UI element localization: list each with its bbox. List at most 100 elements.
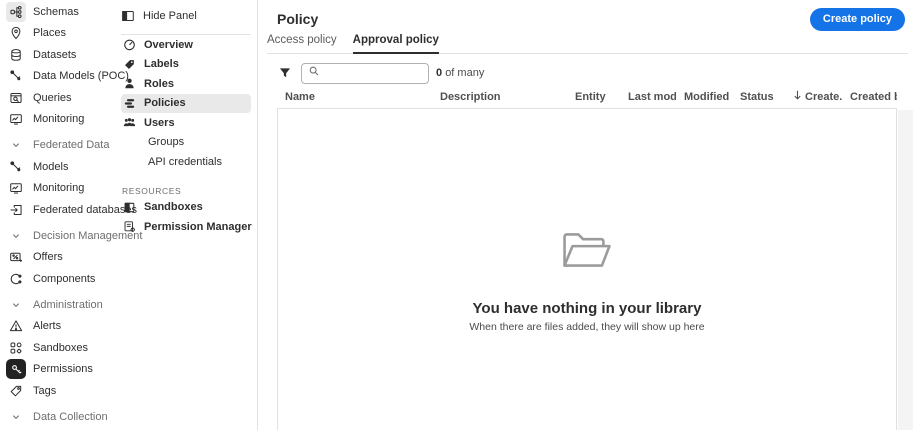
- sidebar-item-label: Monitoring: [33, 182, 84, 194]
- alerts-icon: [8, 318, 24, 334]
- page-title: Policy: [277, 11, 318, 27]
- sidebar-item-datasets[interactable]: Datasets: [0, 44, 115, 66]
- result-count: 0 of many: [436, 67, 484, 79]
- panel-item-label: Roles: [144, 78, 174, 90]
- column-header-status[interactable]: Status: [732, 91, 785, 103]
- panel-item-label: Groups: [148, 136, 184, 148]
- chevron-down-icon: [8, 228, 24, 244]
- search-input[interactable]: [325, 67, 422, 79]
- roles-icon: [122, 77, 136, 91]
- policy-tabs: Access policy Approval policy: [267, 34, 908, 54]
- sidebar-item-label: Datasets: [33, 49, 76, 61]
- overview-icon: [122, 38, 136, 52]
- resources-section-header: RESOURCES: [121, 184, 251, 198]
- sidebar-section-federated-data[interactable]: Federated Data: [0, 135, 115, 157]
- permissions-icon: [6, 359, 26, 379]
- components-icon: [8, 271, 24, 287]
- hide-panel-button[interactable]: Hide Panel: [121, 6, 251, 26]
- panel-item-label: Overview: [144, 39, 193, 51]
- sidebar-item-federated-databases[interactable]: Federated databases: [0, 199, 115, 221]
- sidebar-item-monitoring-federated[interactable]: Monitoring: [0, 178, 115, 200]
- panel-item-label: Permission Manager: [144, 221, 252, 233]
- sidebar-item-label: Queries: [33, 92, 72, 104]
- monitoring-icon: [8, 111, 24, 127]
- panel-item-groups[interactable]: Groups: [121, 133, 251, 153]
- create-policy-button[interactable]: Create policy: [810, 8, 905, 31]
- secondary-panel: Hide Panel Overview Labels Roles P: [115, 0, 258, 430]
- sidebar-section-administration[interactable]: Administration: [0, 294, 115, 316]
- sidebar-item-data-models-poc[interactable]: Data Models (POC): [0, 66, 115, 88]
- models-icon: [8, 159, 24, 175]
- permission-manager-icon: [122, 220, 136, 234]
- panel-item-api-credentials[interactable]: API credentials: [121, 152, 251, 172]
- sidebar-item-components[interactable]: Components: [0, 268, 115, 290]
- sidebar-item-label: Monitoring: [33, 113, 84, 125]
- filter-icon[interactable]: [274, 66, 296, 80]
- sidebar-item-label: Sandboxes: [33, 342, 88, 354]
- panel-item-roles[interactable]: Roles: [121, 74, 251, 94]
- panel-item-labels[interactable]: Labels: [121, 55, 251, 75]
- column-header-description[interactable]: Description: [432, 91, 567, 103]
- sandbox-panel-icon: [122, 200, 136, 214]
- panel-item-label: Policies: [144, 97, 186, 109]
- monitoring-icon: [8, 180, 24, 196]
- sidebar-item-sandboxes[interactable]: Sandboxes: [0, 337, 115, 359]
- column-header-modified-by[interactable]: Modified by: [676, 91, 732, 103]
- panel-item-users[interactable]: Users: [121, 113, 251, 133]
- column-header-last-modified[interactable]: Last modi...: [620, 91, 676, 103]
- panel-item-policies[interactable]: Policies: [121, 94, 251, 114]
- sidebar-item-label: Permissions: [33, 363, 93, 375]
- result-count-suffix: of many: [445, 67, 484, 79]
- empty-state-title: You have nothing in your library: [473, 300, 702, 317]
- sidebar-section-decision-management[interactable]: Decision Management: [0, 225, 115, 247]
- policies-icon: [122, 96, 136, 110]
- column-header-created[interactable]: Create...: [785, 90, 842, 103]
- empty-state: You have nothing in your library When th…: [469, 109, 704, 333]
- main-header: Policy Create policy: [267, 0, 913, 30]
- sidebar-item-schemas[interactable]: Schemas: [0, 1, 115, 23]
- scrollbar-track[interactable]: [898, 110, 913, 430]
- column-header-created-by[interactable]: Created by: [842, 91, 897, 103]
- labels-icon: [122, 57, 136, 71]
- column-header-entity[interactable]: Entity: [567, 91, 620, 103]
- sidebar-item-label: Places: [33, 27, 66, 39]
- empty-state-subtitle: When there are files added, they will sh…: [469, 321, 704, 333]
- sidebar-item-places[interactable]: Places: [0, 23, 115, 45]
- tab-approval-policy[interactable]: Approval policy: [353, 34, 439, 53]
- panel-item-sandboxes[interactable]: Sandboxes: [121, 198, 251, 218]
- sidebar-item-monitoring[interactable]: Monitoring: [0, 109, 115, 131]
- sidebar-section-data-collection[interactable]: Data Collection: [0, 406, 115, 428]
- panel-item-label: Labels: [144, 58, 179, 70]
- sidebar-item-offers[interactable]: Offers: [0, 247, 115, 269]
- sidebar-item-models[interactable]: Models: [0, 156, 115, 178]
- filter-bar: 0 of many: [274, 61, 913, 85]
- sort-descending-icon: [793, 90, 802, 103]
- users-icon: [122, 116, 136, 130]
- table-body: You have nothing in your library When th…: [277, 108, 897, 430]
- sidebar-section-label: Federated Data: [33, 139, 109, 151]
- search-icon: [308, 64, 320, 82]
- sidebar-item-permissions[interactable]: Permissions: [0, 359, 115, 381]
- sidebar-item-label: Alerts: [33, 320, 61, 332]
- tab-access-policy[interactable]: Access policy: [267, 34, 337, 53]
- sidebar-item-label: Offers: [33, 251, 63, 263]
- app-window: Schemas Places Datasets Data Models (POC…: [0, 0, 913, 430]
- sidebar-item-alerts[interactable]: Alerts: [0, 316, 115, 338]
- schemas-icon: [6, 2, 26, 22]
- queries-icon: [8, 90, 24, 106]
- chevron-down-icon: [8, 297, 24, 313]
- hide-panel-label: Hide Panel: [143, 10, 197, 22]
- panel-item-label: Sandboxes: [144, 201, 203, 213]
- panel-item-overview[interactable]: Overview: [121, 35, 251, 55]
- sidebar-item-label: Components: [33, 273, 95, 285]
- chevron-down-icon: [8, 137, 24, 153]
- sidebar-item-tags[interactable]: Tags: [0, 380, 115, 402]
- panel-item-permission-manager[interactable]: Permission Manager: [121, 217, 251, 237]
- empty-folder-icon: [561, 231, 613, 274]
- search-box: [301, 63, 429, 84]
- hide-panel-icon: [121, 9, 135, 23]
- sidebar-item-queries[interactable]: Queries: [0, 87, 115, 109]
- column-header-name[interactable]: Name: [277, 91, 432, 103]
- table-header-row: Name Description Entity Last modi... Mod…: [277, 85, 897, 108]
- result-count-number: 0: [436, 67, 442, 79]
